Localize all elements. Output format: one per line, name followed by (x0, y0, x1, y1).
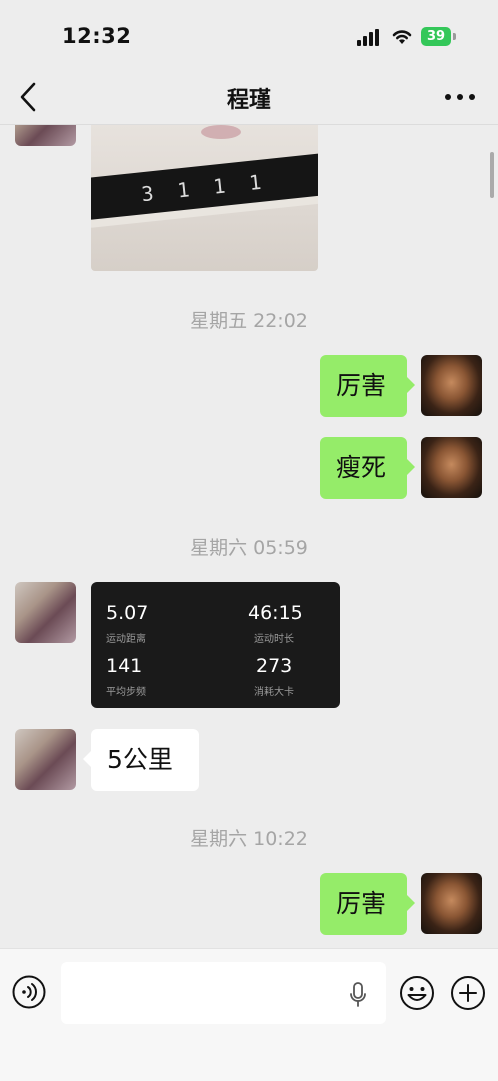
calories-label: 消耗大卡 (254, 687, 294, 698)
status-bar: 12:32 39 (0, 0, 498, 70)
cadence-label: 平均步频 (106, 687, 146, 698)
image-message[interactable]: 3 1 1 1 (91, 125, 318, 271)
cadence-value: 141 (106, 655, 143, 677)
scrollbar[interactable] (490, 152, 494, 198)
battery-icon: 39 (421, 27, 457, 46)
status-time: 12:32 (62, 24, 132, 48)
photo-device: 3 1 1 1 (91, 151, 318, 221)
input-bar (0, 948, 498, 1081)
chat-title: 程瑾 (226, 88, 271, 113)
chat-area[interactable]: 3 1 1 1 星期五 22:02 厉害 瘦死 星期六 05:59 5.07 运… (0, 125, 498, 948)
photo-digits: 3 1 1 1 (140, 169, 269, 207)
duration-label: 运动时长 (254, 634, 294, 645)
navigation-bar: 程瑾 (0, 70, 498, 125)
message-bubble-received[interactable]: 5公里 (83, 729, 199, 791)
message-input[interactable] (61, 962, 386, 1024)
microphone-icon[interactable] (349, 982, 367, 1008)
message-bubble-sent[interactable]: 厉害 (320, 873, 415, 935)
plus-icon[interactable] (450, 975, 486, 1011)
contact-avatar[interactable] (15, 582, 76, 643)
duration-value: 46:15 (248, 602, 303, 624)
my-avatar[interactable] (421, 873, 482, 934)
my-avatar[interactable] (421, 437, 482, 498)
voice-icon[interactable] (12, 975, 46, 1009)
battery-level: 39 (426, 29, 446, 44)
contact-avatar[interactable] (15, 125, 76, 146)
timestamp: 星期六 10:22 (190, 828, 308, 850)
timestamp: 星期五 22:02 (190, 310, 308, 332)
more-options-icon[interactable] (440, 84, 480, 110)
calories-value: 273 (256, 655, 293, 677)
message-bubble-sent[interactable]: 瘦死 (320, 437, 415, 499)
timestamp: 星期六 05:59 (190, 537, 308, 559)
emoji-icon[interactable] (399, 975, 435, 1011)
contact-avatar[interactable] (15, 729, 76, 790)
message-bubble-sent[interactable]: 厉害 (320, 355, 415, 417)
photo-decoration (201, 125, 241, 139)
distance-label: 运动距离 (106, 634, 146, 645)
distance-value: 5.07 (106, 602, 149, 624)
my-avatar[interactable] (421, 355, 482, 416)
cellular-signal-icon (357, 29, 379, 46)
wifi-icon (392, 30, 412, 44)
workout-summary-card[interactable]: 5.07 运动距离 46:15 运动时长 141 平均步频 273 消耗大卡 (91, 582, 340, 708)
